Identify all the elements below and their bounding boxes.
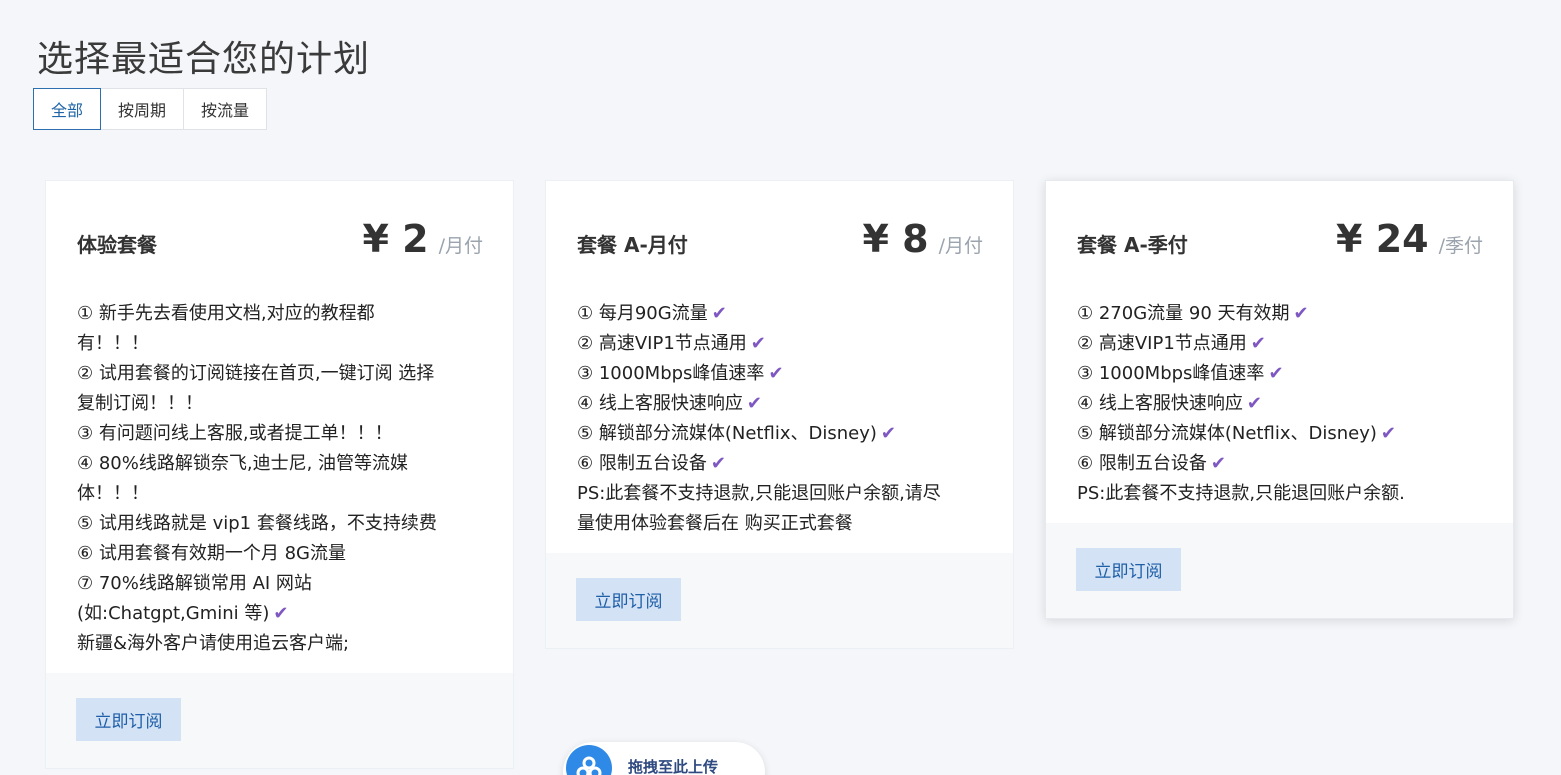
plan-feature-text: ⑥ 限制五台设备 [577,453,707,474]
plan-feature-line: 有！！！ [77,329,483,359]
plan-feature-line: 新疆&海外客户请使用追云客户端; [77,629,483,659]
plan-feature-line: ③ 1000Mbps峰值速率 ✔ [577,359,983,389]
plan-feature-line: ① 每月90G流量 ✔ [577,299,983,329]
plan-feature-line: ⑤ 解锁部分流媒体(Netflix、Disney) ✔ [577,419,983,449]
check-icon: ✔ [1210,453,1226,474]
plan-feature-line: ⑥ 限制五台设备 ✔ [577,449,983,479]
plan-price: ¥ 8 [862,217,929,261]
plan-feature-text: 量使用体验套餐后在 购买正式套餐 [577,513,853,534]
page-title: 选择最适合您的计划 [37,39,371,80]
plan-feature-line: ⑤ 试用线路就是 vip1 套餐线路，不支持续费 [77,509,483,539]
plan-feature-text: ④ 80%线路解锁奈飞,迪士尼, 油管等流媒 [77,453,409,474]
plan-price: ¥ 24 [1336,217,1429,261]
plan-feature-line: ④ 线上客服快速响应 ✔ [1077,389,1483,419]
plan-feature-line: ③ 有问题问线上客服,或者提工单！！！ [77,419,483,449]
check-icon: ✔ [710,453,726,474]
card-footer: 立即订阅 [46,673,513,768]
plan-price: ¥ 2 [362,217,429,261]
tab-by-period[interactable]: 按周期 [100,88,185,130]
plan-feature-line: ⑦ 70%线路解锁常用 AI 网站 [77,569,483,599]
check-icon: ✔ [1293,303,1309,324]
plan-feature-text: PS:此套餐不支持退款,只能退回账户余额. [1077,483,1405,504]
plan-card-trial: 体验套餐 ¥ 2 /月付 ① 新手先去看使用文档,对应的教程都 有！！！ ② 试用套… [45,180,514,769]
plan-feature-text: ③ 1000Mbps峰值速率 [577,363,765,384]
plan-feature-text: ⑤ 试用线路就是 vip1 套餐线路，不支持续费 [77,513,437,534]
plan-feature-text: ② 试用套餐的订阅链接在首页,一键订阅 选择 [77,363,435,384]
subscribe-button[interactable]: 立即订阅 [76,698,181,741]
tab-by-traffic[interactable]: 按流量 [183,88,268,130]
plan-feature-text: ⑤ 解锁部分流媒体(Netflix、Disney) [1077,423,1377,444]
plan-feature-text: ④ 线上客服快速响应 [1077,393,1243,414]
check-icon: ✔ [768,363,784,384]
tab-all[interactable]: 全部 [33,88,102,130]
plan-card-a-monthly: 套餐 A-月付 ¥ 8 /月付 ① 每月90G流量 ✔ ② 高速VIP1节点通用 ✔ ③… [545,180,1014,649]
plan-feature-line: ⑥ 限制五台设备 ✔ [1077,449,1483,479]
plan-feature-text: 新疆&海外客户请使用追云客户端; [77,633,350,654]
upload-widget[interactable]: 拖拽至此上传 [563,742,765,775]
plan-feature-text: ⑤ 解锁部分流媒体(Netflix、Disney) [577,423,877,444]
plan-name: 套餐 A-季付 [1077,233,1188,257]
plan-card-a-quarterly: 套餐 A-季付 ¥ 24 /季付 ① 270G流量 90 天有效期 ✔ ② 高速VI… [1045,180,1514,619]
plan-feature-text: ② 高速VIP1节点通用 [1077,333,1247,354]
plan-feature-text: ⑥ 限制五台设备 [1077,453,1207,474]
check-icon: ✔ [880,423,896,444]
plan-feature-text: ① 每月90G流量 [577,303,708,324]
plan-feature-line: 体！！！ [77,479,483,509]
plan-feature-text: ⑦ 70%线路解锁常用 AI 网站 [77,573,312,594]
card-footer: 立即订阅 [546,553,1013,648]
plan-feature-text: ④ 线上客服快速响应 [577,393,743,414]
plan-feature-text: ③ 1000Mbps峰值速率 [1077,363,1265,384]
plan-feature-line: 复制订阅！！！ [77,389,483,419]
check-icon: ✔ [711,303,727,324]
plan-feature-line: ① 270G流量 90 天有效期 ✔ [1077,299,1483,329]
plan-feature-line: ④ 线上客服快速响应 ✔ [577,389,983,419]
plan-feature-line: ② 高速VIP1节点通用 ✔ [577,329,983,359]
plan-feature-line: (如:Chatgpt,Gmini 等) ✔ [77,599,483,629]
plan-feature-line: ② 试用套餐的订阅链接在首页,一键订阅 选择 [77,359,483,389]
plan-feature-line: PS:此套餐不支持退款,只能退回账户余额,请尽 [577,479,983,509]
check-icon: ✔ [1380,423,1396,444]
check-icon: ✔ [1246,393,1262,414]
plan-feature-text: ① 270G流量 90 天有效期 [1077,303,1290,324]
plan-feature-text: 复制订阅！！！ [77,393,203,414]
plan-feature-line: ① 新手先去看使用文档,对应的教程都 [77,299,483,329]
card-footer: 立即订阅 [1046,523,1513,618]
plan-feature-text: ③ 有问题问线上客服,或者提工单！！！ [77,423,393,444]
plan-feature-line: ② 高速VIP1节点通用 ✔ [1077,329,1483,359]
plan-period: /月付 [938,235,983,257]
plan-feature-text: 体！！！ [77,483,149,504]
subscribe-button[interactable]: 立即订阅 [1076,548,1181,591]
plan-feature-line: ③ 1000Mbps峰值速率 ✔ [1077,359,1483,389]
upload-label: 拖拽至此上传 [628,758,719,775]
plan-feature-line: ⑥ 试用套餐有效期一个月 8G流量 [77,539,483,569]
plan-feature-text: ② 高速VIP1节点通用 [577,333,747,354]
plan-feature-text: 有！！！ [77,333,149,354]
plan-description: ① 270G流量 90 天有效期 ✔ ② 高速VIP1节点通用 ✔ ③ 1000Mbps… [1046,261,1513,509]
plan-feature-text: (如:Chatgpt,Gmini 等) [77,603,270,624]
plan-feature-text: ⑥ 试用套餐有效期一个月 8G流量 [77,543,346,564]
plan-period: /月付 [438,235,483,257]
plan-description: ① 新手先去看使用文档,对应的教程都 有！！！ ② 试用套餐的订阅链接在首页,一键订… [46,261,513,659]
plan-feature-line: ④ 80%线路解锁奈飞,迪士尼, 油管等流媒 [77,449,483,479]
plan-feature-line: PS:此套餐不支持退款,只能退回账户余额. [1077,479,1483,509]
plan-feature-line: 量使用体验套餐后在 购买正式套餐 [577,509,983,539]
check-icon: ✔ [1250,333,1266,354]
check-icon: ✔ [750,333,766,354]
plan-feature-text: ① 新手先去看使用文档,对应的教程都 [77,303,375,324]
plan-name: 套餐 A-月付 [577,233,688,257]
check-icon: ✔ [1268,363,1284,384]
filter-tabs: 全部 按周期 按流量 [33,88,268,130]
check-icon: ✔ [746,393,762,414]
plan-feature-line: ⑤ 解锁部分流媒体(Netflix、Disney) ✔ [1077,419,1483,449]
plan-period: /季付 [1438,235,1483,257]
cloud-upload-icon [566,745,612,775]
plan-description: ① 每月90G流量 ✔ ② 高速VIP1节点通用 ✔ ③ 1000Mbps峰值速率 ✔ ④ … [546,261,1013,539]
check-icon: ✔ [273,603,289,624]
subscribe-button[interactable]: 立即订阅 [576,578,681,621]
plan-name: 体验套餐 [77,233,157,257]
plan-feature-text: PS:此套餐不支持退款,只能退回账户余额,请尽 [577,483,941,504]
